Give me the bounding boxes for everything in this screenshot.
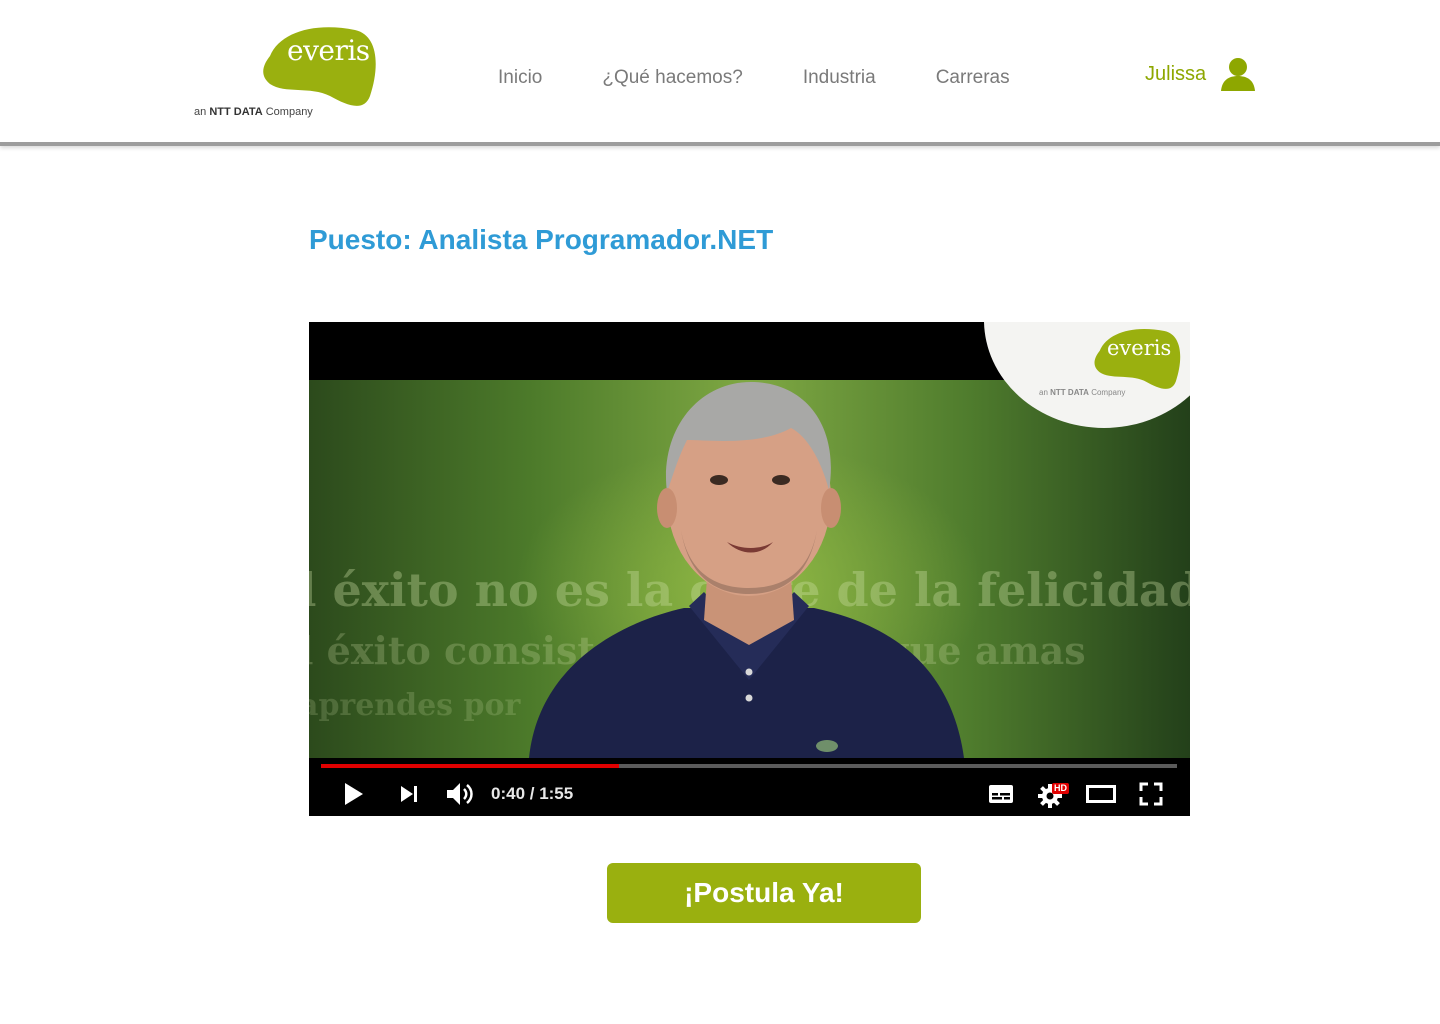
- page-title: Puesto: Analista Programador.NET: [309, 224, 774, 255]
- nav-item-carreras[interactable]: Carreras: [936, 67, 1010, 89]
- corner-tagline-suffix: Company: [1091, 388, 1126, 397]
- video-time-display: 0:40 / 1:55: [491, 784, 574, 803]
- subtitles-icon[interactable]: [988, 784, 1014, 804]
- video-progress-bar[interactable]: [321, 764, 1177, 768]
- nav-item-industria[interactable]: Industria: [803, 67, 876, 89]
- user-name: Julissa: [1145, 62, 1207, 85]
- video-overlay-text-3: aprendes por: [309, 688, 521, 723]
- apply-now-button[interactable]: ¡Postula Ya!: [607, 863, 921, 923]
- volume-icon[interactable]: [445, 780, 475, 808]
- video-player[interactable]: l éxito no es la clave de la felicidad. …: [309, 322, 1190, 816]
- logo-tagline-prefix: an: [194, 106, 207, 118]
- logo-wordmark: everis: [287, 34, 370, 67]
- hd-badge: HD: [1052, 783, 1069, 794]
- nav-item-inicio[interactable]: Inicio: [498, 67, 542, 89]
- play-icon[interactable]: [343, 782, 365, 806]
- presenter-figure: [529, 381, 964, 758]
- video-corner-tagline: an NTT DATA Company: [1039, 388, 1125, 397]
- user-menu[interactable]: Julissa: [1145, 56, 1256, 92]
- nav-item-que-hacemos[interactable]: ¿Qué hacemos?: [602, 67, 742, 89]
- corner-tagline-prefix: an: [1039, 388, 1048, 397]
- video-progress-fill: [321, 764, 619, 768]
- everis-logo[interactable]: everis an NTT DATA Company: [190, 26, 380, 122]
- main-nav: Inicio ¿Qué hacemos? Industria Carreras: [498, 67, 1070, 89]
- corner-tagline-brand: NTT DATA: [1050, 388, 1089, 397]
- video-controls: 0:40 / 1:55 HD: [309, 758, 1190, 816]
- logo-tagline-suffix: Company: [265, 106, 313, 118]
- fullscreen-icon[interactable]: [1139, 782, 1163, 806]
- next-icon[interactable]: [399, 784, 421, 804]
- video-corner-wordmark: everis: [1107, 336, 1172, 360]
- theater-mode-icon[interactable]: [1086, 784, 1116, 804]
- logo-tagline-brand: NTT DATA: [209, 106, 263, 118]
- site-header: everis an NTT DATA Company Inicio ¿Qué h…: [0, 0, 1440, 146]
- user-icon[interactable]: [1220, 56, 1256, 92]
- logo-tagline: an NTT DATA Company: [194, 106, 313, 118]
